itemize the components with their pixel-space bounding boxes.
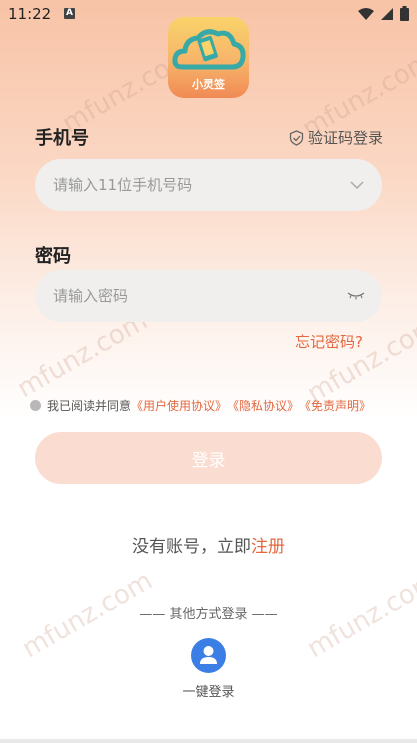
sms-login-link[interactable]: 验证码登录 (289, 127, 383, 148)
chevron-down-icon[interactable] (350, 181, 364, 189)
system-icons (358, 6, 409, 21)
password-input[interactable] (53, 270, 333, 322)
signal-icon (381, 7, 393, 20)
user-icon (200, 646, 217, 664)
eye-closed-icon[interactable] (347, 292, 365, 300)
notification-a-icon: A (64, 8, 75, 19)
phone-input[interactable] (53, 159, 333, 211)
shield-icon (289, 129, 304, 146)
register-text: 没有账号，立即 (132, 537, 251, 557)
one-key-login-button[interactable] (191, 638, 226, 673)
agreement-row: 我已阅读并同意 《用户使用协议》 《隐私协议》 《免责声明》 (30, 397, 371, 414)
wifi-icon (358, 7, 374, 20)
sms-login-label: 验证码登录 (307, 129, 383, 147)
one-key-login-label: 一键登录 (182, 685, 235, 700)
watermark: mfunz.com (302, 310, 417, 410)
app-logo: 小灵签 (168, 17, 249, 98)
bottom-bar (0, 739, 417, 743)
phone-label: 手机号 (35, 128, 89, 149)
agreement-prefix: 我已阅读并同意 (47, 399, 132, 413)
logo-text: 小灵签 (192, 78, 225, 91)
phone-field-container (35, 159, 382, 211)
password-label: 密码 (35, 246, 71, 267)
register-row: 没有账号，立即注册 (0, 532, 417, 557)
other-login-divider: —— 其他方式登录 —— (139, 607, 278, 622)
user-agreement-link[interactable]: 《用户使用协议》 (131, 397, 227, 414)
forgot-password-link[interactable]: 忘记密码? (295, 331, 363, 352)
register-link[interactable]: 注册 (251, 537, 285, 557)
agreement-radio[interactable] (30, 400, 41, 411)
status-time: 11:22 (8, 5, 52, 23)
disclaimer-link[interactable]: 《免责声明》 (299, 397, 371, 414)
login-button[interactable]: 登录 (35, 432, 382, 484)
privacy-link[interactable]: 《隐私协议》 (227, 397, 299, 414)
password-field-container (35, 270, 382, 322)
battery-icon (400, 6, 409, 21)
